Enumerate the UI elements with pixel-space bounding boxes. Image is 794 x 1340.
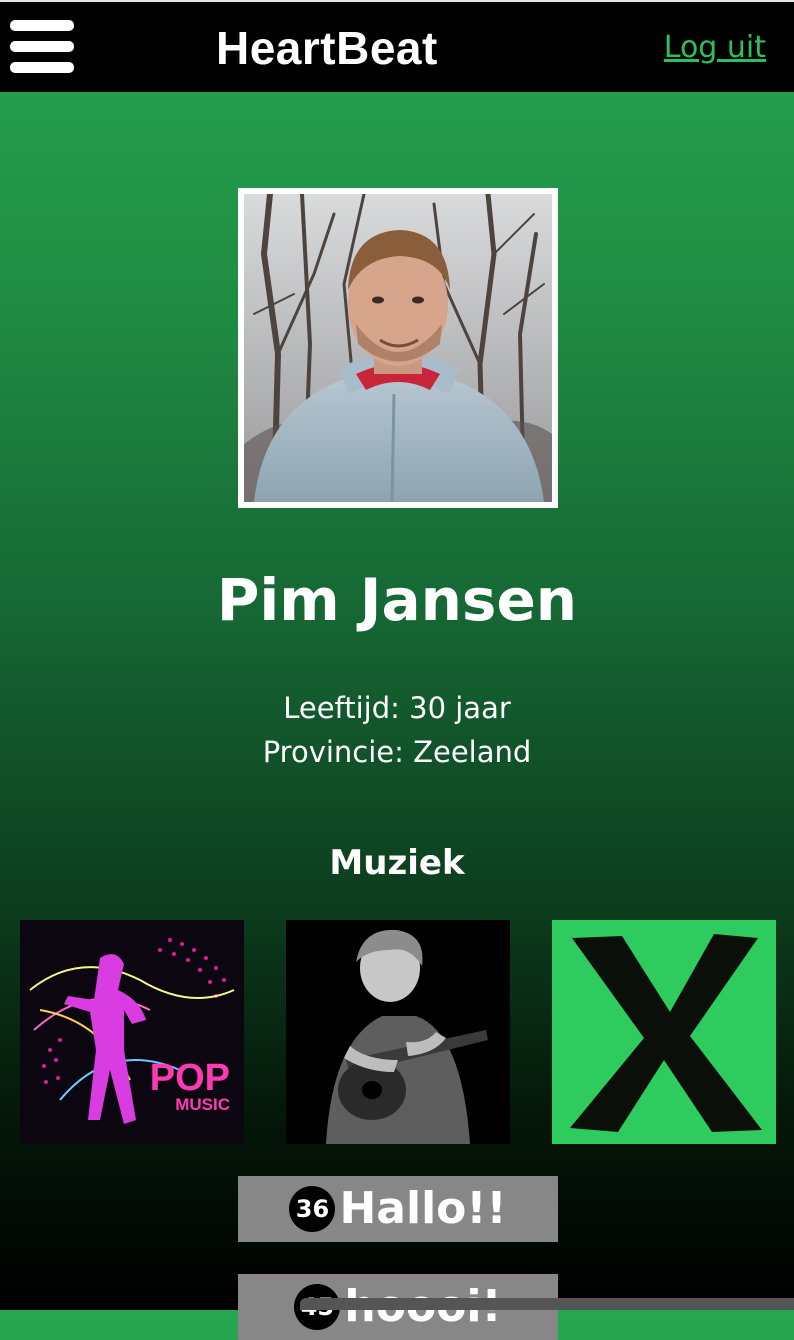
x-album-cover-image: X bbox=[552, 920, 776, 1144]
profile-photo bbox=[238, 188, 558, 508]
music-section-title: Muziek bbox=[329, 843, 465, 883]
artist-guitar-photo bbox=[286, 920, 510, 1144]
album-cover-x[interactable]: X bbox=[552, 920, 776, 1144]
profile-name: Pim Jansen bbox=[216, 566, 578, 634]
horizontal-scrollbar[interactable] bbox=[300, 1298, 794, 1310]
profile-photo-image bbox=[244, 194, 552, 502]
message-text: Hallo!! bbox=[339, 1183, 507, 1234]
profile-province: Provincie: Zeeland bbox=[262, 735, 532, 769]
menu-bar-line bbox=[10, 62, 74, 73]
hamburger-menu-icon[interactable] bbox=[10, 20, 74, 76]
top-navigation-bar: HeartBeat Log uit bbox=[0, 0, 794, 92]
music-label: MUSIC bbox=[175, 1095, 230, 1114]
message-count-badge: 36 bbox=[289, 1186, 336, 1232]
app-title: HeartBeat bbox=[216, 22, 438, 74]
menu-bar-line bbox=[10, 41, 74, 52]
pop-label: POP bbox=[150, 1057, 230, 1099]
logout-link[interactable]: Log uit bbox=[664, 28, 766, 68]
message-button[interactable]: 36 Hallo!! bbox=[238, 1176, 558, 1242]
album-cover-artist-photo[interactable] bbox=[286, 920, 510, 1144]
menu-bar-line bbox=[10, 20, 74, 31]
profile-age: Leeftijd: 30 jaar bbox=[283, 691, 511, 725]
pop-music-cover-image: POP MUSIC bbox=[20, 920, 244, 1144]
album-cover-pop-music[interactable]: POP MUSIC bbox=[20, 920, 244, 1144]
